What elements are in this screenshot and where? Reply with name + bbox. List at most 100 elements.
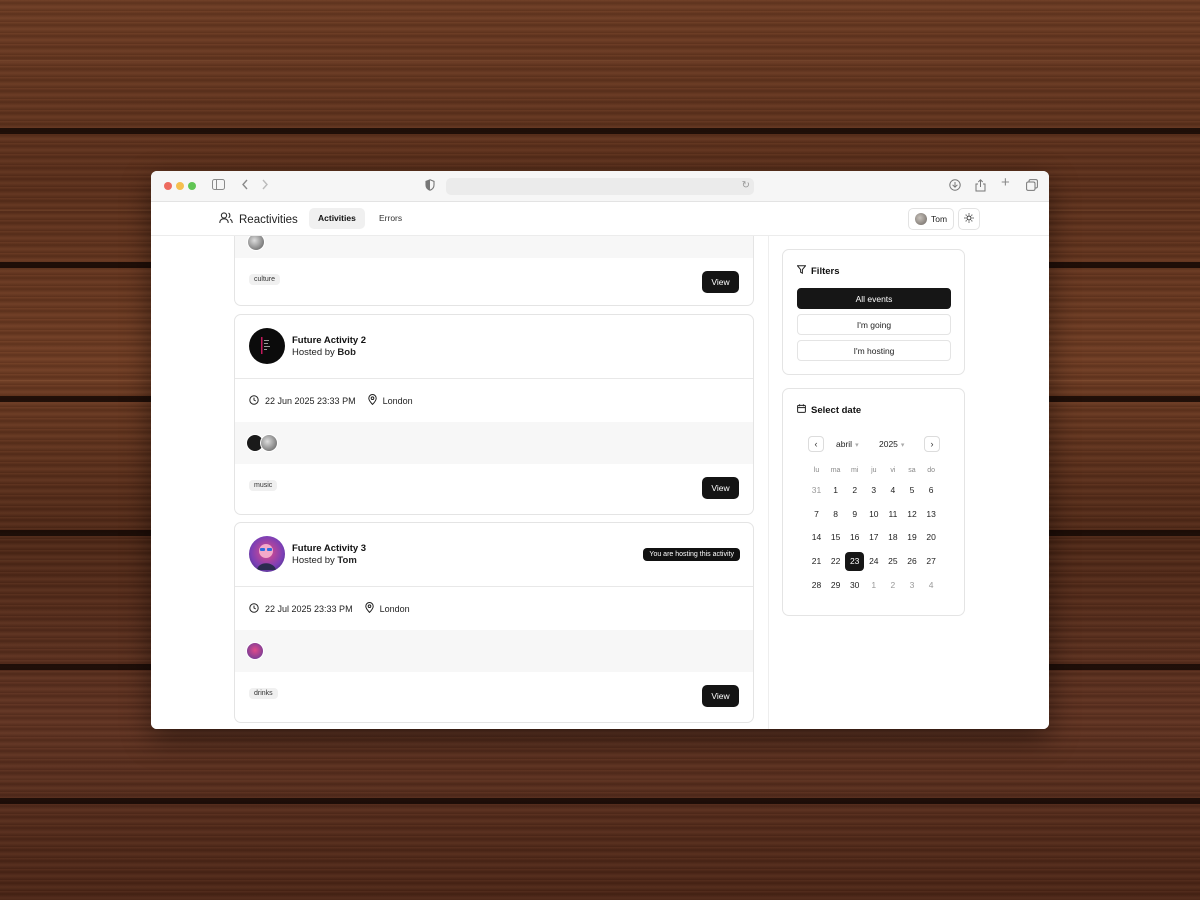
- calendar-day[interactable]: 19: [903, 528, 922, 547]
- calendar-day[interactable]: 8: [826, 505, 845, 524]
- filters-heading: Filters: [796, 265, 840, 277]
- attendee-list: [235, 422, 753, 464]
- calendar-day[interactable]: 7: [807, 505, 826, 524]
- calendar-day[interactable]: 4: [922, 576, 941, 595]
- year-select[interactable]: 2025 ▾: [879, 439, 904, 449]
- host-name[interactable]: Tom: [337, 555, 356, 566]
- calendar-day[interactable]: 13: [922, 505, 941, 524]
- calendar-day[interactable]: 24: [864, 552, 883, 571]
- new-tab-icon[interactable]: +: [1001, 175, 1010, 190]
- calendar-day[interactable]: 27: [922, 552, 941, 571]
- activity-title[interactable]: Future Activity 2: [292, 335, 366, 346]
- calendar-day[interactable]: 21: [807, 552, 826, 571]
- view-button[interactable]: View: [702, 477, 739, 499]
- card-header: Future Activity 2 Hosted by Bob: [235, 315, 753, 379]
- filter-im-hosting[interactable]: I'm hosting: [797, 340, 951, 361]
- clock-icon: [249, 602, 259, 615]
- share-icon[interactable]: [975, 179, 986, 195]
- calendar-day[interactable]: 16: [845, 528, 864, 547]
- calendar-day[interactable]: 6: [922, 481, 941, 500]
- activity-title[interactable]: Future Activity 3: [292, 543, 366, 554]
- calendar-icon: [797, 404, 806, 416]
- activity-venue: London: [382, 395, 413, 406]
- tab-activities[interactable]: Activities: [309, 208, 365, 229]
- users-icon: [219, 211, 233, 229]
- calendar-day[interactable]: 12: [903, 505, 922, 524]
- calendar-day[interactable]: 2: [883, 576, 902, 595]
- download-icon[interactable]: [949, 179, 961, 194]
- host-name[interactable]: Bob: [337, 347, 355, 358]
- card-header: Future Activity 3 Hosted by Tom You are …: [235, 523, 753, 587]
- user-menu-button[interactable]: Tom: [908, 208, 954, 230]
- calendar-day[interactable]: 10: [864, 505, 883, 524]
- sidebar-toggle-icon[interactable]: [212, 179, 225, 193]
- weekday-label: do: [927, 467, 935, 474]
- browser-window: ↻ + Reactivities Activities Errors Tom c…: [151, 171, 1049, 729]
- calendar-day[interactable]: 31: [807, 481, 826, 500]
- activity-card: Future Activity 3 Hosted by Tom You are …: [234, 522, 754, 723]
- calendar-day[interactable]: 1: [826, 481, 845, 500]
- forward-icon[interactable]: [261, 179, 269, 193]
- close-window-button[interactable]: [164, 182, 172, 190]
- calendar-day[interactable]: 20: [922, 528, 941, 547]
- calendar-day[interactable]: 1: [864, 576, 883, 595]
- attendee-avatar[interactable]: [247, 236, 265, 251]
- filter-all-events[interactable]: All events: [797, 288, 951, 309]
- column-divider: [768, 236, 769, 729]
- hosting-badge: You are hosting this activity: [643, 548, 740, 561]
- calendar-day[interactable]: 5: [903, 481, 922, 500]
- calendar-day[interactable]: 4: [883, 481, 902, 500]
- weekday-label: ju: [871, 467, 877, 474]
- calendar-day[interactable]: 30: [845, 576, 864, 595]
- card-footer: culture View: [235, 258, 753, 305]
- calendar-day[interactable]: 23: [845, 552, 865, 572]
- host-avatar[interactable]: [249, 536, 285, 572]
- weekday-label: mi: [850, 467, 859, 474]
- calendar-day[interactable]: 25: [883, 552, 902, 571]
- attendee-list: [235, 236, 753, 258]
- previous-month-button[interactable]: ‹: [808, 436, 824, 452]
- address-bar[interactable]: ↻: [446, 178, 754, 195]
- calendar-day[interactable]: 18: [883, 528, 902, 547]
- user-name: Tom: [931, 214, 948, 224]
- calendar-day[interactable]: 9: [845, 505, 864, 524]
- calendar-day[interactable]: 2: [845, 481, 864, 500]
- calendar-day[interactable]: 29: [826, 576, 845, 595]
- calendar-day[interactable]: 3: [903, 576, 922, 595]
- calendar-day[interactable]: 22: [826, 552, 845, 571]
- avatar: [915, 213, 927, 225]
- view-button[interactable]: View: [702, 685, 739, 707]
- brand[interactable]: Reactivities: [219, 211, 298, 229]
- reload-icon[interactable]: ↻: [742, 180, 750, 191]
- calendar-day[interactable]: 17: [864, 528, 883, 547]
- host-avatar[interactable]: [249, 328, 285, 364]
- view-button[interactable]: View: [702, 271, 739, 293]
- calendar-day[interactable]: 14: [807, 528, 826, 547]
- attendee-avatar[interactable]: [246, 642, 264, 660]
- hosted-by: Hosted by Tom: [292, 555, 357, 566]
- map-pin-icon: [367, 394, 377, 407]
- attendee-avatar[interactable]: [260, 434, 278, 452]
- minimize-window-button[interactable]: [176, 182, 184, 190]
- theme-toggle-button[interactable]: [958, 208, 980, 230]
- tabs-overview-icon[interactable]: [1026, 179, 1038, 194]
- calendar-day[interactable]: 26: [903, 552, 922, 571]
- card-footer: music View: [235, 464, 753, 514]
- brand-name: Reactivities: [239, 214, 298, 226]
- maximize-window-button[interactable]: [188, 182, 196, 190]
- filter-im-going[interactable]: I'm going: [797, 314, 951, 335]
- month-select[interactable]: abril ▾: [836, 439, 859, 449]
- tab-errors[interactable]: Errors: [370, 208, 411, 229]
- calendar-day[interactable]: 28: [807, 576, 826, 595]
- activity-date: 22 Jun 2025 23:33 PM: [265, 395, 356, 406]
- calendar-day[interactable]: 15: [826, 528, 845, 547]
- activity-card: Future Activity 2 Hosted by Bob 22 Jun 2…: [234, 314, 754, 515]
- category-tag: culture: [249, 274, 281, 285]
- back-icon[interactable]: [241, 179, 249, 193]
- calendar-day[interactable]: 11: [883, 505, 902, 524]
- next-month-button[interactable]: ›: [924, 436, 940, 452]
- hosted-by: Hosted by Bob: [292, 347, 356, 358]
- calendar-day[interactable]: 3: [864, 481, 883, 500]
- activity-meta: 22 Jun 2025 23:33 PM London: [235, 379, 753, 422]
- shield-icon[interactable]: [425, 179, 435, 194]
